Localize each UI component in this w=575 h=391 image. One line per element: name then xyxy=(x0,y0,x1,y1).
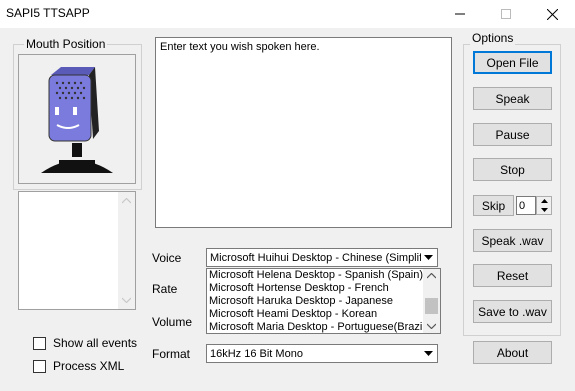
spin-up-icon[interactable] xyxy=(541,199,548,203)
options-label: Options xyxy=(470,31,516,45)
about-button[interactable]: About xyxy=(473,341,552,364)
spin-down-icon[interactable] xyxy=(541,208,548,212)
process-xml-label: Process XML xyxy=(53,359,125,373)
skip-button[interactable]: Skip xyxy=(473,195,514,216)
show-all-events-checkbox[interactable]: Show all events xyxy=(33,336,137,350)
pause-button[interactable]: Pause xyxy=(473,123,552,146)
voice-option[interactable]: Microsoft Helena Desktop - Spanish (Spai… xyxy=(207,269,440,282)
maximize-button xyxy=(483,0,529,28)
voice-label: Voice xyxy=(152,251,182,265)
scroll-thumb[interactable] xyxy=(425,298,438,314)
close-icon xyxy=(546,8,558,20)
close-button[interactable] xyxy=(529,0,575,28)
voice-option[interactable]: Microsoft Hortense Desktop - French xyxy=(207,282,440,295)
events-scrollbar[interactable] xyxy=(118,192,135,309)
rate-label: Rate xyxy=(152,282,178,296)
voice-selected-value: Microsoft Huihui Desktop - Chinese (Simp… xyxy=(210,251,431,264)
volume-label: Volume xyxy=(152,315,193,329)
chevron-down-icon xyxy=(424,350,433,356)
events-list[interactable] xyxy=(18,191,136,310)
speak-button[interactable]: Speak xyxy=(473,87,552,110)
mouth-image xyxy=(18,54,136,184)
mouth-position-label: Mouth Position xyxy=(24,37,108,51)
speak-wav-button[interactable]: Speak .wav xyxy=(473,229,552,252)
scroll-down-icon xyxy=(122,297,131,303)
voice-select[interactable]: Microsoft Huihui Desktop - Chinese (Simp… xyxy=(206,248,438,267)
stop-button[interactable]: Stop xyxy=(473,158,552,181)
text-input-area[interactable]: Enter text you wish spoken here. xyxy=(155,37,452,228)
minimize-icon xyxy=(455,13,465,15)
show-all-events-label: Show all events xyxy=(53,336,138,350)
save-to-wav-button[interactable]: Save to .wav xyxy=(473,300,552,323)
scroll-up-icon xyxy=(427,273,436,279)
skip-count-input[interactable]: 0 xyxy=(516,196,536,215)
chevron-down-icon xyxy=(424,254,433,260)
microphone-character-icon xyxy=(41,67,113,173)
voice-dropdown-button[interactable] xyxy=(421,250,436,265)
dropdown-scrollbar[interactable] xyxy=(423,269,440,333)
minimize-button[interactable] xyxy=(437,0,483,28)
reset-button[interactable]: Reset xyxy=(473,264,552,287)
voice-option[interactable]: Microsoft Haruka Desktop - Japanese xyxy=(207,295,440,308)
skip-spinner[interactable] xyxy=(536,196,552,215)
scroll-down-icon xyxy=(427,323,436,329)
open-file-button[interactable]: Open File xyxy=(473,51,552,74)
format-label: Format xyxy=(152,347,191,361)
scroll-up-icon xyxy=(122,198,131,204)
format-selected-value: 16kHz 16 Bit Mono xyxy=(210,347,303,360)
format-dropdown-button[interactable] xyxy=(421,346,436,361)
format-select[interactable]: 16kHz 16 Bit Mono xyxy=(206,344,438,363)
checkbox-box[interactable] xyxy=(33,359,46,373)
checkbox-box[interactable] xyxy=(33,336,46,350)
voice-option[interactable]: Microsoft Maria Desktop - Portuguese(Bra… xyxy=(207,321,440,334)
voice-option[interactable]: Microsoft Heami Desktop - Korean xyxy=(207,308,440,321)
window-title: SAPI5 TTSAPP xyxy=(6,6,90,20)
process-xml-checkbox[interactable]: Process XML xyxy=(33,359,124,373)
voice-dropdown-list[interactable]: Microsoft Helena Desktop - Spanish (Spai… xyxy=(206,268,441,334)
maximize-icon xyxy=(501,9,511,19)
